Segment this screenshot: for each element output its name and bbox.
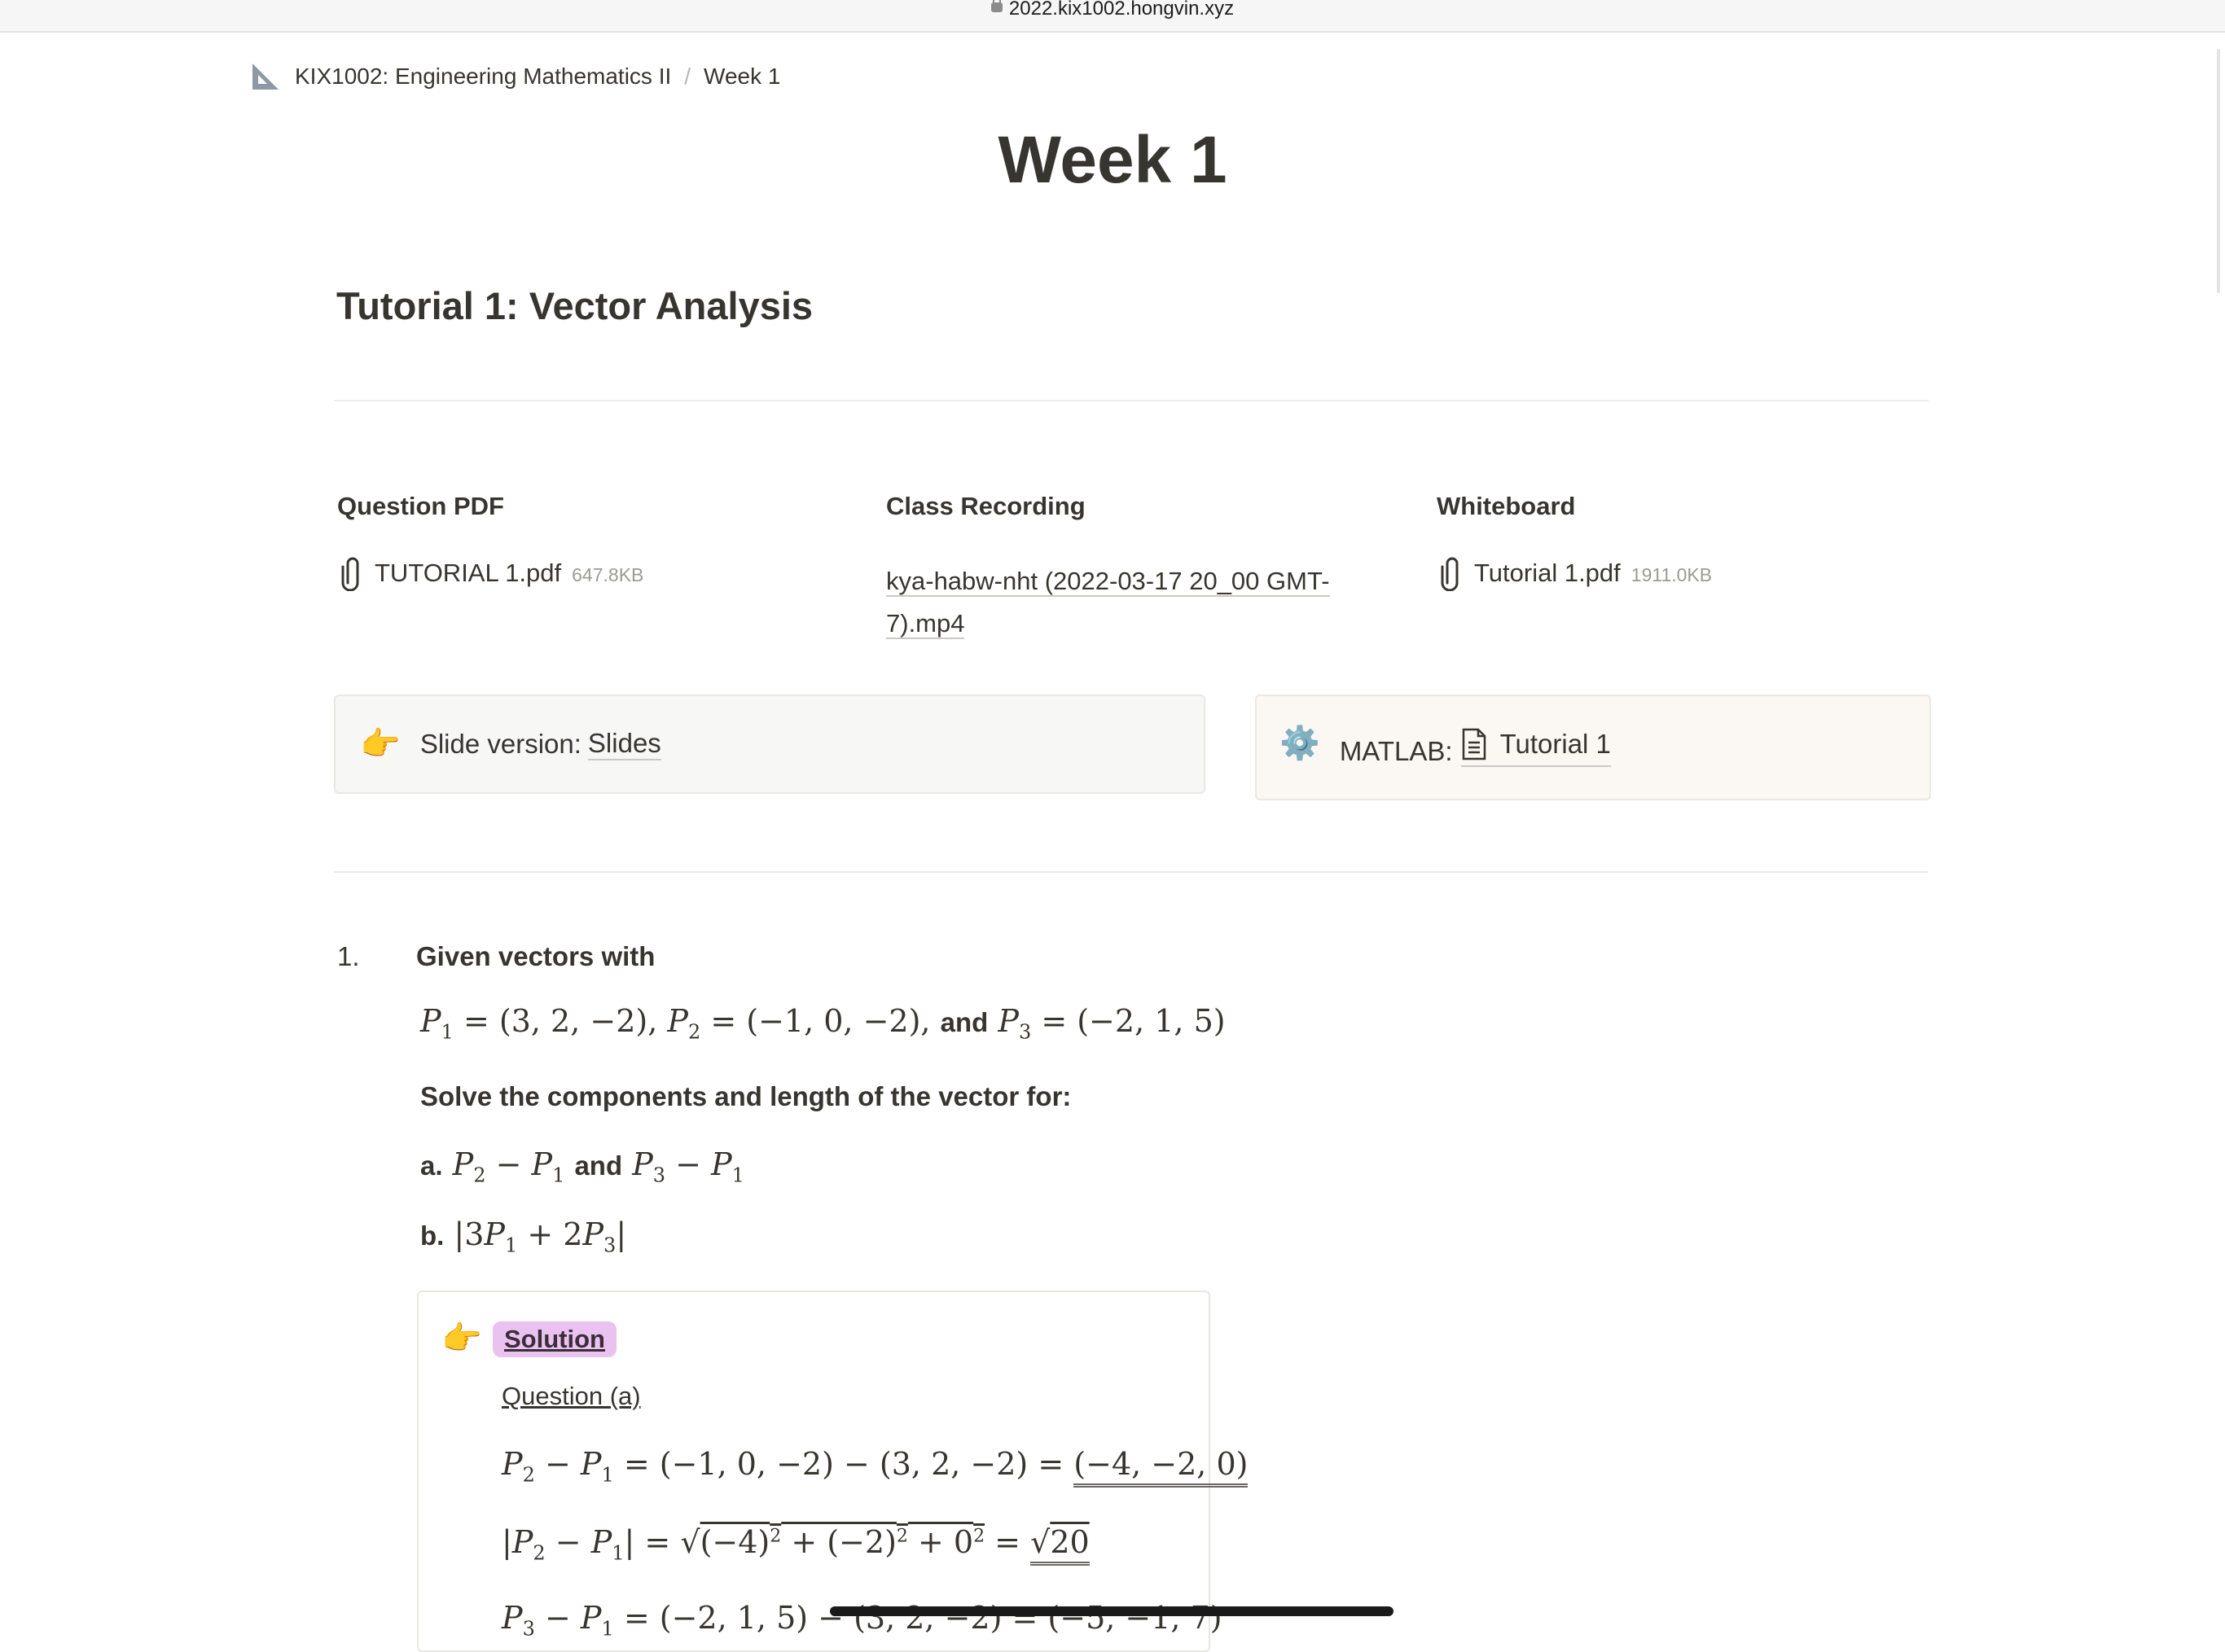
question-a-label: Question (a) [502,1382,641,1410]
part-b-label: b. [420,1220,445,1251]
question-pdf-filename[interactable]: TUTORIAL 1.pdf [375,559,561,588]
question-pdf-heading: Question PDF [337,492,504,520]
gear-icon: ⚙️ [1279,725,1320,761]
breadcrumb-current-page[interactable]: Week 1 [704,64,780,90]
slide-version-label: Slide version: [419,729,581,759]
class-recording-filename[interactable]: kya-habw-nht (2022-03-17 20_00 GMT-7).mp… [886,567,1330,639]
breadcrumb: KIX1002: Engineering Mathematics II / We… [249,60,780,93]
set-square-icon [252,64,279,90]
whiteboard-size: 1911.0KB [1630,563,1713,585]
question-instruction: Solve the components and length of the v… [420,1081,1072,1111]
paperclip-icon [1441,557,1459,591]
and-word: and [940,1007,989,1037]
question-pdf-attachment[interactable]: TUTORIAL 1.pdf 647.8KB [340,555,643,591]
page-title: Week 1 [998,123,1227,197]
divider [334,871,1929,873]
tutorial-heading: Tutorial 1: Vector Analysis [336,284,814,327]
home-indicator [830,1606,1393,1616]
class-recording-link[interactable]: kya-habw-nht (2022-03-17 20_00 GMT-7).mp… [886,560,1375,645]
whiteboard-heading: Whiteboard [1437,492,1576,520]
part-a: a. P2 − P1 and P3 − P1 [420,1146,744,1187]
solution-equation-1: P2 − P1 = (−1, 0, −2) − (3, 2, −2) = (−4… [502,1446,1249,1488]
slides-link[interactable]: Slides [587,728,661,760]
given-vectors-equation: P1 = (3, 2, −2), P2 = (−1, 0, −2), and P… [420,1003,1226,1044]
matlab-tutorial-link[interactable]: Tutorial 1 [1460,728,1611,767]
divider [334,400,1929,401]
question-pdf-size: 647.8KB [572,563,644,585]
pointing-hand-icon: 👉 [441,1321,482,1356]
pointing-hand-icon: 👉 [360,726,401,762]
solution-toggle[interactable]: Solution [493,1321,617,1357]
question-number: 1. [337,941,360,971]
and-word: and [574,1150,623,1181]
whiteboard-filename[interactable]: Tutorial 1.pdf [1474,559,1621,588]
breadcrumb-course-link[interactable]: KIX1002: Engineering Mathematics II [295,64,671,90]
url-display[interactable]: 2022.kix1002.hongvin.xyz [0,0,2225,20]
paperclip-icon [341,557,359,591]
matlab-callout: ⚙️ MATLAB: Tutorial 1 [1255,695,1931,800]
matlab-label: MATLAB: [1339,736,1453,766]
breadcrumb-separator: / [684,64,691,89]
whiteboard-attachment[interactable]: Tutorial 1.pdf 1911.0KB [1440,555,1712,591]
url-text: 2022.kix1002.hongvin.xyz [1008,0,1235,20]
matlab-tutorial-link-label[interactable]: Tutorial 1 [1500,729,1611,760]
class-recording-heading: Class Recording [886,492,1086,520]
question-intro: Given vectors with [416,941,656,971]
document-icon [1462,728,1486,760]
part-b: b. |3P1 + 2P3| [420,1216,627,1257]
lock-icon [990,0,1003,12]
part-a-label: a. [420,1150,443,1181]
slide-version-callout: 👉 Slide version: Slides [334,695,1205,794]
solution-equation-2: |P2 − P1| = √(−4)2 + (−2)2 + 02 = √20 [502,1524,1090,1566]
